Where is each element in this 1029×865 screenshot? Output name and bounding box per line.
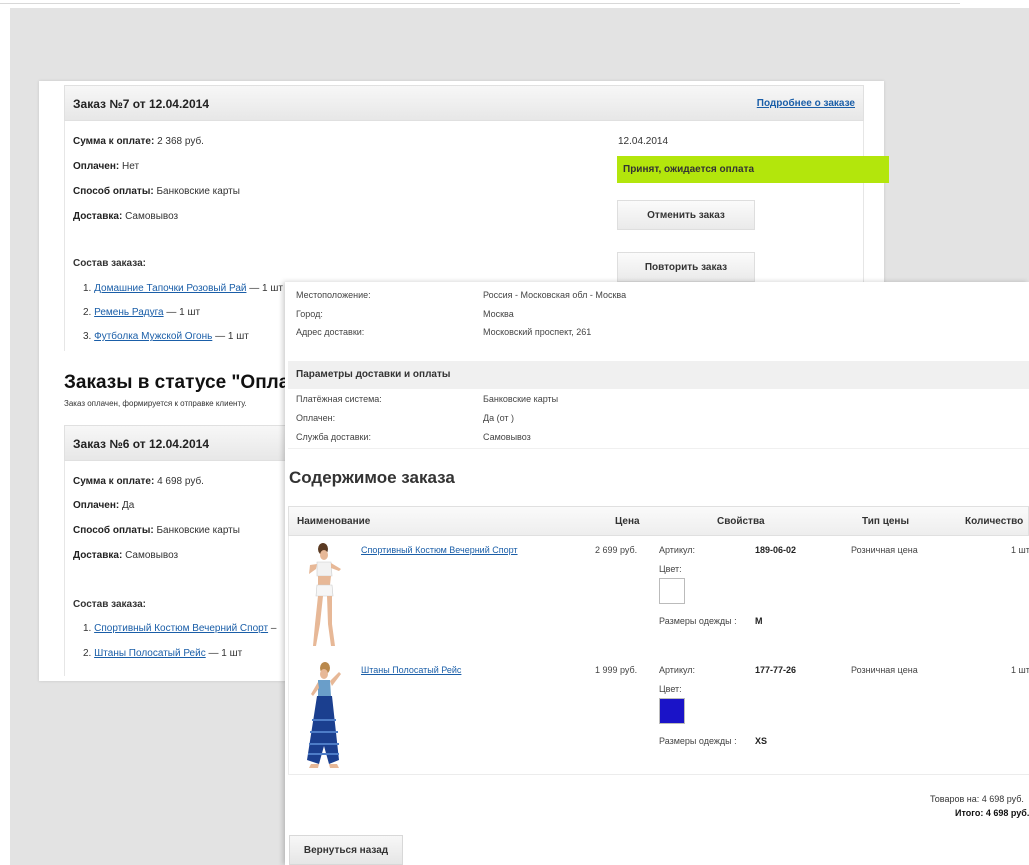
order-contents-title: Содержимое заказа: [289, 468, 455, 487]
column-header-name: Наименование: [297, 516, 371, 527]
color-swatch: [659, 698, 685, 724]
order-7-title: Заказ №7 от 12.04.2014: [73, 97, 210, 111]
order-7-payment-method: Способ оплаты: Банковские карты: [73, 186, 240, 197]
order-6-sum: Сумма к оплате: 4 698 руб.: [73, 476, 204, 487]
order-7-contents-label: Состав заказа:: [73, 258, 146, 269]
paid-value: Да (от ): [483, 413, 515, 423]
paid-label: Оплачен:: [296, 413, 336, 423]
order-6-delivery: Доставка: Самовывоз: [73, 550, 179, 561]
order-7-status-badge: Принят, ожидается оплата: [617, 156, 889, 183]
delivery-service-value: Самовывоз: [483, 432, 531, 442]
size-value: M: [755, 616, 763, 626]
grand-total: Итого: 4 698 руб.: [955, 808, 1029, 818]
list-item: 1. Домашние Тапочки Розовый Рай — 1 шт: [83, 283, 283, 294]
delivery-service-label: Служба доставки:: [296, 432, 371, 442]
product-price: 1 999 руб.: [595, 665, 638, 675]
list-item: 2. Штаны Полосатый Рейс — 1 шт: [83, 648, 243, 659]
order-details-link[interactable]: Подробнее о заказе: [757, 86, 855, 122]
price-type: Розничная цена: [851, 545, 918, 555]
location-label: Местоположение:: [296, 290, 371, 300]
article-label: Артикул:: [659, 545, 696, 555]
payment-system-label: Платёжная система:: [296, 394, 382, 404]
order-6-payment-method: Способ оплаты: Банковские карты: [73, 525, 240, 536]
size-label: Размеры одежды :: [659, 616, 737, 626]
product-photo[interactable]: [299, 540, 349, 652]
repeat-order-button[interactable]: Повторить заказ: [617, 252, 755, 282]
product-link[interactable]: Домашние Тапочки Розовый Рай: [94, 283, 246, 294]
order-7-header: Заказ №7 от 12.04.2014 Подробнее о заказ…: [64, 85, 864, 121]
payment-system-value: Банковские карты: [483, 394, 559, 404]
product-link[interactable]: Штаны Полосатый Рейс: [361, 665, 461, 675]
order-detail-panel: Местоположение: Россия - Московская обл …: [285, 282, 1029, 865]
top-divider: [0, 0, 960, 4]
order-7-paid: Оплачен: Нет: [73, 161, 140, 172]
product-link[interactable]: Штаны Полосатый Рейс: [94, 648, 206, 659]
order-6-title: Заказ №6 от 12.04.2014: [73, 437, 210, 451]
product-link[interactable]: Футболка Мужской Огонь: [94, 331, 212, 342]
article-label: Артикул:: [659, 665, 696, 675]
order-6-paid: Оплачен: Да: [73, 500, 135, 511]
list-item: 3. Футболка Мужской Огонь — 1 шт: [83, 331, 249, 342]
order-7-date: 12.04.2014: [618, 136, 669, 147]
list-item: 2. Ремень Радуга — 1 шт: [83, 307, 201, 318]
size-label: Размеры одежды :: [659, 736, 737, 746]
product-link[interactable]: Ремень Радуга: [94, 307, 163, 318]
color-label: Цвет:: [659, 684, 682, 694]
address-label: Адрес доставки:: [296, 327, 365, 337]
city-value: Москва: [483, 309, 514, 319]
order-6-contents-label: Состав заказа:: [73, 599, 146, 610]
back-button[interactable]: Вернуться назад: [289, 835, 403, 865]
order-7-sum: Сумма к оплате: 2 368 руб.: [73, 136, 204, 147]
column-header-quantity: Количество: [965, 516, 1024, 527]
product-photo[interactable]: [299, 660, 349, 772]
price-type: Розничная цена: [851, 665, 918, 675]
color-label: Цвет:: [659, 564, 682, 574]
product-link[interactable]: Спортивный Костюм Вечерний Спорт: [94, 623, 268, 634]
product-price: 2 699 руб.: [595, 545, 638, 555]
list-item: 1. Спортивный Костюм Вечерний Спорт –: [83, 623, 277, 634]
products-table-body: Спортивный Костюм Вечерний Спорт 2 699 р…: [288, 536, 1029, 775]
article-value: 189-06-02: [755, 545, 797, 555]
cancel-order-button[interactable]: Отменить заказ: [617, 200, 755, 230]
screenshot-stage: Заказ №7 от 12.04.2014 Подробнее о заказ…: [10, 8, 1029, 865]
column-header-price: Цена: [615, 516, 640, 527]
quantity: 1 шт: [1011, 545, 1029, 555]
delivery-payment-params-header: Параметры доставки и оплаты: [288, 361, 1029, 389]
article-value: 177-77-26: [755, 665, 797, 675]
column-header-price-type: Тип цены: [862, 516, 909, 527]
size-value: XS: [755, 736, 768, 746]
product-link[interactable]: Спортивный Костюм Вечерний Спорт: [361, 545, 518, 555]
color-swatch: [659, 578, 685, 604]
location-value: Россия - Московская обл - Москва: [483, 290, 627, 300]
quantity: 1 шт: [1011, 665, 1029, 675]
status-section-description: Заказ оплачен, формируется к отправке кл…: [64, 399, 247, 408]
goods-total: Товаров на: 4 698 руб.: [930, 794, 1024, 804]
order-7-delivery: Доставка: Самовывоз: [73, 211, 179, 222]
status-section-title: Заказы в статусе "Опла: [64, 372, 290, 393]
address-value: Московский проспект, 261: [483, 327, 592, 337]
city-label: Город:: [296, 309, 323, 319]
products-table-header: Наименование Цена Свойства Тип цены Коли…: [288, 506, 1029, 536]
divider: [288, 448, 1029, 449]
column-header-properties: Свойства: [717, 516, 765, 527]
